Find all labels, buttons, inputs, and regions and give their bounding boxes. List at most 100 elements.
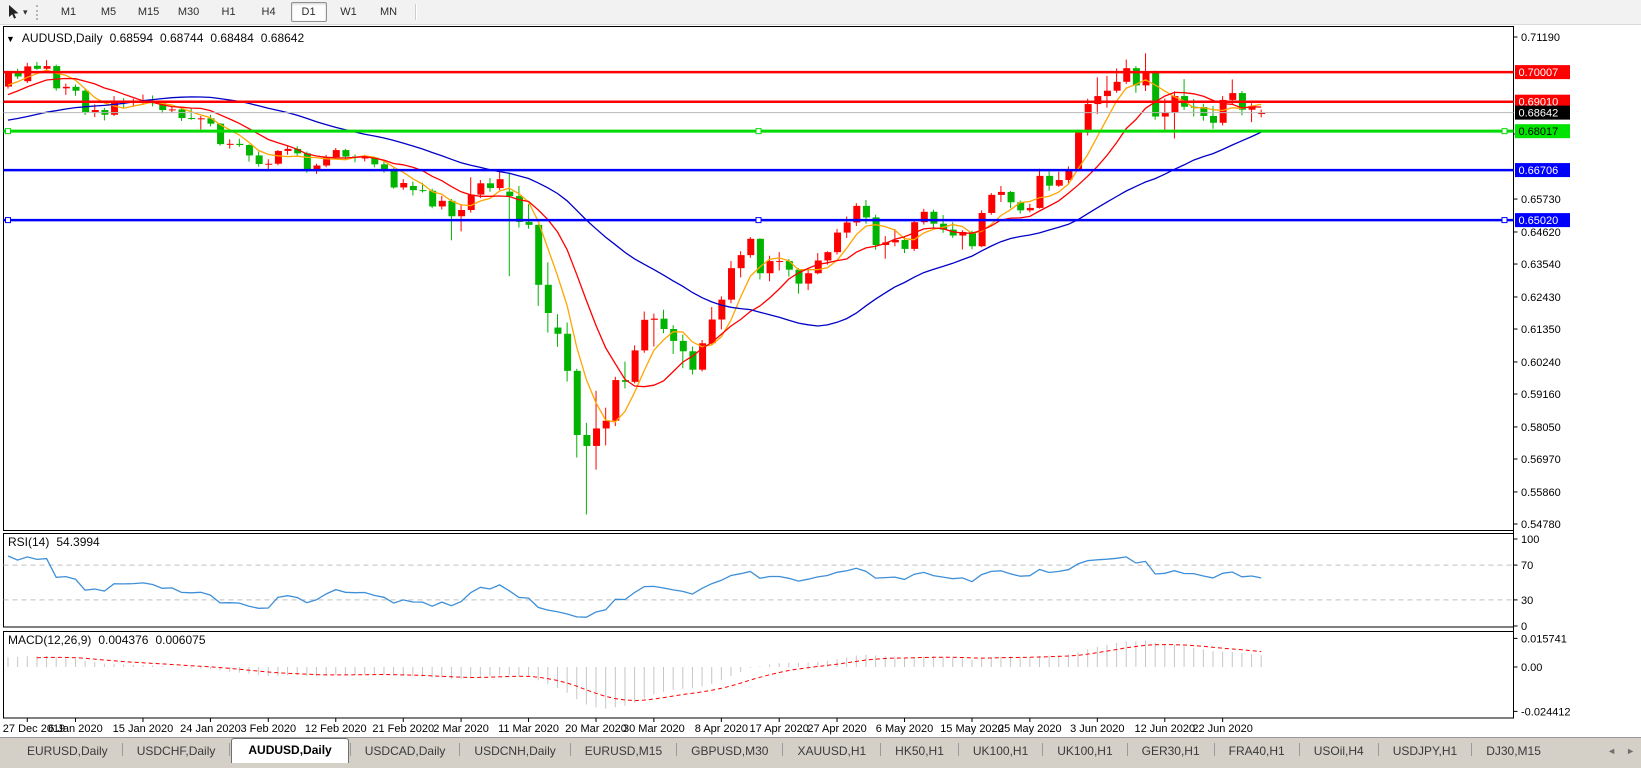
tab-xauusd-h1[interactable]: XAUUSD,H1	[784, 740, 879, 763]
timeframe-button-h1[interactable]: H1	[211, 2, 247, 22]
cursor-arrow-icon	[6, 4, 20, 20]
svg-text:15 May 2020: 15 May 2020	[940, 723, 1004, 735]
tab-separator	[1214, 743, 1215, 756]
chart-menu-icon[interactable]: ▼	[6, 34, 15, 44]
tab-audusd-daily[interactable]: AUDUSD,Daily	[231, 738, 348, 763]
tab-uk100-h1[interactable]: UK100,H1	[1044, 740, 1125, 763]
chart-tab-bar: EURUSD,DailyUSDCHF,DailyAUDUSD,DailyUSDC…	[0, 737, 1641, 768]
tab-separator	[459, 743, 460, 756]
chart-high-value: 0.68744	[160, 31, 203, 45]
chart-symbol-label: AUDUSD,Daily	[22, 31, 103, 45]
line-handle[interactable]	[6, 129, 11, 134]
line-handle[interactable]	[1502, 218, 1507, 223]
svg-text:6 Jan 2020: 6 Jan 2020	[48, 723, 102, 735]
svg-text:0.70007: 0.70007	[1519, 67, 1559, 79]
svg-text:-0.024412: -0.024412	[1521, 706, 1571, 718]
timeframe-button-group: M1M5M15M30H1H4D1W1MN	[49, 0, 409, 24]
svg-text:2 Mar 2020: 2 Mar 2020	[433, 723, 489, 735]
tab-uk100-h1[interactable]: UK100,H1	[960, 740, 1041, 763]
chart-title: ▼ AUDUSD,Daily 0.68594 0.68744 0.68484 0.6864…	[6, 31, 311, 45]
svg-text:0.65730: 0.65730	[1521, 194, 1561, 206]
tab-separator	[570, 743, 571, 756]
chart-window: 0.711900.679200.657300.646200.635400.624…	[0, 26, 1641, 736]
tab-scroll-controls: ◄ ►	[1607, 746, 1635, 756]
tab-hk50-h1[interactable]: HK50,H1	[882, 740, 957, 763]
rsi-pane-frame	[4, 534, 1514, 628]
svg-text:0.61350: 0.61350	[1521, 324, 1561, 336]
tab-separator	[122, 743, 123, 756]
tab-scroll-left-button[interactable]: ◄	[1607, 746, 1616, 756]
timeframe-button-h4[interactable]: H4	[251, 2, 287, 22]
svg-text:15 Jan 2020: 15 Jan 2020	[113, 723, 174, 735]
tab-ger30-h1[interactable]: GER30,H1	[1129, 740, 1213, 763]
svg-text:11 Mar 2020: 11 Mar 2020	[498, 723, 559, 735]
line-handle[interactable]	[1502, 129, 1507, 134]
timeframe-button-m5[interactable]: M5	[91, 2, 127, 22]
toolbar-grip-handle[interactable]	[36, 5, 43, 20]
line-handle[interactable]	[756, 129, 761, 134]
chevron-down-icon: ▾	[23, 7, 28, 18]
svg-text:0.71190: 0.71190	[1521, 32, 1560, 44]
timeframe-button-m15[interactable]: M15	[131, 2, 167, 22]
tab-usdchf-daily[interactable]: USDCHF,Daily	[124, 740, 229, 763]
svg-text:30: 30	[1521, 595, 1533, 607]
macd-indicator-label: MACD(12,26,9)	[8, 633, 91, 647]
tab-separator	[1042, 743, 1043, 756]
tab-separator	[782, 743, 783, 756]
tab-gbpusd-m30[interactable]: GBPUSD,M30	[678, 740, 781, 763]
tab-separator	[1127, 743, 1128, 756]
toolbar-separator	[415, 4, 417, 20]
timeframe-button-w1[interactable]: W1	[331, 2, 367, 22]
tab-separator	[1299, 743, 1300, 756]
chart-close-value: 0.68642	[261, 31, 304, 45]
chart-open-value: 0.68594	[110, 31, 153, 45]
svg-text:0.00: 0.00	[1521, 662, 1542, 674]
tab-fra40-h1[interactable]: FRA40,H1	[1216, 740, 1298, 763]
tab-dj30-m15[interactable]: DJ30,M15	[1473, 740, 1554, 763]
svg-text:21 Feb 2020: 21 Feb 2020	[372, 723, 434, 735]
svg-text:0.55860: 0.55860	[1521, 487, 1561, 499]
svg-text:0.58050: 0.58050	[1521, 422, 1561, 434]
chart-low-value: 0.68484	[210, 31, 253, 45]
timeframe-button-m1[interactable]: M1	[51, 2, 87, 22]
chart-tabs: EURUSD,DailyUSDCHF,DailyAUDUSD,DailyUSDC…	[14, 738, 1554, 763]
macd-signal-value: 0.006075	[155, 633, 205, 647]
svg-text:24 Jan 2020: 24 Jan 2020	[180, 723, 241, 735]
svg-text:100: 100	[1521, 534, 1539, 546]
tab-usdcad-daily[interactable]: USDCAD,Daily	[352, 740, 459, 763]
chart-canvas[interactable]: 0.711900.679200.657300.646200.635400.624…	[0, 26, 1641, 736]
line-handle[interactable]	[6, 218, 11, 223]
svg-text:0.56970: 0.56970	[1521, 454, 1561, 466]
tab-eurusd-m15[interactable]: EURUSD,M15	[572, 740, 675, 763]
tab-separator	[229, 743, 230, 756]
tab-eurusd-daily[interactable]: EURUSD,Daily	[14, 740, 121, 763]
svg-text:0.66706: 0.66706	[1519, 165, 1559, 177]
svg-text:0.63540: 0.63540	[1521, 259, 1561, 271]
cursor-tool-button[interactable]: ▾	[0, 2, 32, 22]
tab-separator	[676, 743, 677, 756]
svg-text:20 Mar 2020: 20 Mar 2020	[565, 723, 627, 735]
macd-pane-frame	[4, 632, 1514, 719]
svg-text:0.68642: 0.68642	[1519, 108, 1559, 120]
svg-text:0.65020: 0.65020	[1519, 215, 1559, 227]
tab-usoil-h4[interactable]: USOil,H4	[1301, 740, 1377, 763]
svg-text:3 Jun 2020: 3 Jun 2020	[1070, 723, 1124, 735]
line-handle[interactable]	[756, 218, 761, 223]
timeframe-button-m30[interactable]: M30	[171, 2, 207, 22]
svg-text:0.60240: 0.60240	[1521, 357, 1561, 369]
rsi-indicator-label: RSI(14)	[8, 535, 49, 549]
svg-text:0.68017: 0.68017	[1519, 126, 1559, 138]
tab-usdcnh-daily[interactable]: USDCNH,Daily	[461, 740, 568, 763]
tab-usdjpy-h1[interactable]: USDJPY,H1	[1380, 740, 1470, 763]
svg-text:12 Jun 2020: 12 Jun 2020	[1135, 723, 1196, 735]
rsi-pane-title: RSI(14)54.3994	[8, 535, 107, 549]
svg-text:27 Apr 2020: 27 Apr 2020	[807, 723, 866, 735]
svg-text:0: 0	[1521, 621, 1527, 633]
svg-text:22 Jun 2020: 22 Jun 2020	[1192, 723, 1253, 735]
tab-separator	[1471, 743, 1472, 756]
svg-text:8 Apr 2020: 8 Apr 2020	[695, 723, 748, 735]
tab-scroll-right-button[interactable]: ►	[1626, 746, 1635, 756]
svg-text:0.015741: 0.015741	[1521, 633, 1567, 645]
timeframe-button-mn[interactable]: MN	[371, 2, 407, 22]
timeframe-button-d1[interactable]: D1	[291, 2, 327, 22]
